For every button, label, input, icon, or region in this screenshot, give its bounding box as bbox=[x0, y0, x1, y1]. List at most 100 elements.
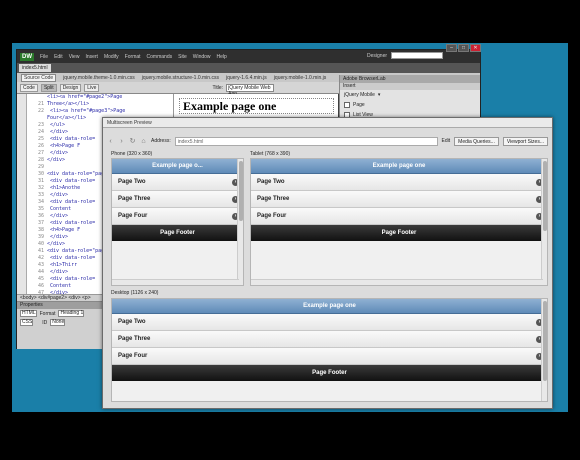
close-icon[interactable]: ✕ bbox=[470, 44, 481, 52]
format-label: Format bbox=[39, 310, 56, 317]
line-number: 39 bbox=[37, 234, 44, 240]
code-view-button[interactable]: Code bbox=[20, 83, 38, 92]
desktop-list-item[interactable]: Page Four › bbox=[112, 348, 547, 365]
desktop-viewport[interactable]: Example page one Page Two › Page Three › P… bbox=[111, 298, 548, 402]
properties-title: Properties bbox=[17, 302, 105, 309]
search-input[interactable] bbox=[391, 52, 444, 59]
scroll-thumb[interactable] bbox=[543, 301, 547, 381]
menu-site[interactable]: Site bbox=[178, 54, 187, 60]
insert-panel-tab[interactable]: Insert bbox=[340, 83, 480, 90]
menu-help[interactable]: Help bbox=[217, 54, 227, 60]
menu-format[interactable]: Format bbox=[125, 54, 141, 60]
related-file[interactable]: jquery.mobile-1.0.min.js bbox=[274, 75, 326, 81]
back-icon[interactable]: ‹ bbox=[107, 138, 114, 145]
desktop-page-header: Example page one bbox=[112, 299, 547, 314]
related-file[interactable]: jquery.mobile.structure-1.0.min.css bbox=[142, 75, 219, 81]
media-queries-button[interactable]: Media Queries... bbox=[454, 136, 499, 146]
menu-window[interactable]: Window bbox=[193, 54, 211, 60]
category-select[interactable]: jQuery Mobile ▾ bbox=[340, 90, 480, 100]
phone-list-item[interactable]: Page Two › bbox=[112, 174, 243, 191]
related-file-source[interactable]: Source Code bbox=[21, 73, 57, 82]
desktop-scrollbar[interactable] bbox=[541, 299, 547, 401]
props-row-html: HTML Format Heading 1 bbox=[17, 309, 105, 318]
tablet-page-header: Example page one bbox=[251, 159, 547, 174]
line-number: 36 bbox=[37, 213, 44, 219]
chevron-down-icon: ▾ bbox=[377, 92, 381, 98]
scroll-thumb[interactable] bbox=[239, 161, 243, 221]
code-text: </div> bbox=[47, 150, 69, 156]
tablet-scrollbar[interactable] bbox=[541, 159, 547, 285]
msp-address-bar: ‹ › ↻ ⌂ Address: index5.html Edit Media … bbox=[107, 136, 548, 146]
forward-icon[interactable]: › bbox=[118, 138, 125, 145]
code-text: Three</a></li> bbox=[47, 101, 90, 107]
viewport-sizes-button[interactable]: Viewport Sizes... bbox=[502, 136, 548, 146]
desktop-list-item[interactable]: Page Two › bbox=[112, 314, 547, 331]
desktop-item-label: Page Four bbox=[118, 353, 148, 359]
tablet-list-item[interactable]: Page Three › bbox=[251, 191, 547, 208]
line-number: 46 bbox=[37, 283, 44, 289]
insert-page-label: Page bbox=[353, 102, 365, 108]
format-select[interactable]: Heading 1 bbox=[58, 310, 85, 317]
tablet-hscrollbar[interactable] bbox=[251, 279, 543, 285]
css-mode-button[interactable]: CSS bbox=[20, 319, 34, 326]
app-logo: DW bbox=[20, 52, 34, 61]
id-label: ID bbox=[42, 319, 48, 326]
line-number: 40 bbox=[37, 241, 44, 247]
refresh-icon[interactable]: ↻ bbox=[129, 137, 136, 145]
doc-tab[interactable]: index5.html bbox=[19, 64, 51, 72]
properties-panel: Properties HTML Format Heading 1 CSS ID … bbox=[17, 301, 105, 349]
menu-commands[interactable]: Commands bbox=[147, 54, 173, 60]
phone-scrollbar[interactable] bbox=[237, 159, 243, 285]
split-view-button[interactable]: Split bbox=[40, 83, 57, 92]
desktop-label: Desktop (1126 x 240) bbox=[111, 290, 159, 296]
phone-hscrollbar[interactable] bbox=[112, 279, 239, 285]
line-number: 31 bbox=[37, 178, 44, 184]
insert-page-item[interactable]: Page bbox=[340, 100, 480, 110]
msp-title: Multiscreen Preview bbox=[103, 118, 552, 128]
code-text: <div data-role= bbox=[47, 199, 96, 205]
code-line: <li><a href="#page2">Page bbox=[28, 94, 173, 101]
tablet-list-item[interactable]: Page Four › bbox=[251, 208, 547, 225]
phone-list-item[interactable]: Page Four › bbox=[112, 208, 243, 225]
related-file[interactable]: jquery-1.6.4.min.js bbox=[226, 75, 267, 81]
menu-view[interactable]: View bbox=[69, 54, 80, 60]
related-file[interactable]: jquery.mobile.theme-1.0.min.css bbox=[63, 75, 135, 81]
maximize-icon[interactable]: □ bbox=[458, 44, 469, 52]
tablet-list-item[interactable]: Page Two › bbox=[251, 174, 547, 191]
code-text: <h1>Anothe bbox=[47, 185, 81, 191]
code-text: <h4>Page F bbox=[47, 227, 81, 233]
tablet-viewport[interactable]: Example page one Page Two › Page Three › P… bbox=[250, 158, 548, 286]
code-text: <div data-role="pag bbox=[47, 248, 105, 254]
title-label: Title: bbox=[212, 84, 224, 91]
workspace-area: Designer bbox=[367, 52, 444, 59]
edit-link[interactable]: Edit bbox=[442, 138, 451, 144]
address-label: Address: bbox=[151, 138, 171, 144]
address-input[interactable]: index5.html bbox=[174, 136, 438, 146]
minimize-icon[interactable]: – bbox=[446, 44, 457, 52]
phone-list-item[interactable]: Page Three › bbox=[112, 191, 243, 208]
design-heading: Example page one bbox=[179, 98, 334, 114]
desktop-item-label: Page Two bbox=[118, 319, 146, 325]
phone-viewport[interactable]: Example page o... Page Two › Page Three › … bbox=[111, 158, 244, 286]
menu-edit[interactable]: Edit bbox=[54, 54, 63, 60]
id-select[interactable]: None bbox=[50, 319, 66, 326]
phone-label: Phone (320 x 360) bbox=[111, 151, 153, 157]
code-text: <h1>Thirr bbox=[47, 262, 78, 268]
scroll-thumb[interactable] bbox=[543, 161, 547, 231]
phone-page-header: Example page o... bbox=[112, 159, 243, 174]
menu-modify[interactable]: Modify bbox=[104, 54, 119, 60]
browserlab-panel-title[interactable]: Adobe BrowserLab bbox=[340, 75, 480, 83]
menu-file[interactable]: File bbox=[40, 54, 48, 60]
line-number: 21 bbox=[37, 101, 44, 107]
line-number: 25 bbox=[37, 136, 44, 142]
home-icon[interactable]: ⌂ bbox=[140, 138, 147, 145]
desktop-list-item[interactable]: Page Three › bbox=[112, 331, 547, 348]
design-view-button[interactable]: Design bbox=[59, 83, 82, 92]
live-view-button[interactable]: Live bbox=[84, 83, 100, 92]
html-mode-button[interactable]: HTML bbox=[20, 310, 37, 317]
title-input[interactable]: jQuery Mobile Web App bbox=[226, 83, 275, 97]
workspace-switcher[interactable]: Designer bbox=[367, 53, 387, 59]
phone-page-footer: Page Footer bbox=[112, 225, 243, 241]
code-line: 21 Three</a></li> bbox=[28, 101, 173, 108]
menu-insert[interactable]: Insert bbox=[85, 54, 98, 60]
